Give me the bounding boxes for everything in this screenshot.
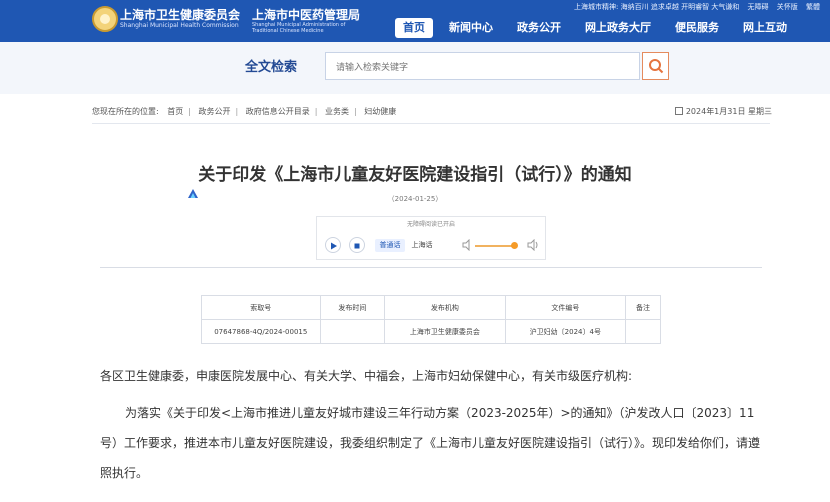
section-divider xyxy=(100,267,762,268)
audio-player: 无障碍阅读已开启 普通话 上海话 xyxy=(316,216,546,260)
stop-button[interactable] xyxy=(349,237,365,253)
top-links: 上海城市精神: 海纳百川 追求卓越 开明睿智 大气谦和 无障碍 关怀版 繁體 xyxy=(568,2,820,12)
breadcrumb-home[interactable]: 首页 xyxy=(167,107,183,116)
breadcrumb-catalog[interactable]: 政府信息公开目录 xyxy=(246,107,310,116)
current-date: 2024年1月31日 星期三 xyxy=(674,106,772,117)
salutation-paragraph: 各区卫生健康委，申康医院发展中心、有关大学、中福会，上海市妇幼保健中心，有关市级… xyxy=(100,369,633,383)
accessibility-link[interactable]: 无障碍 xyxy=(748,3,769,11)
audio-status: 无障碍阅读已开启 xyxy=(406,221,455,228)
org1-name: 上海市卫生健康委员会 xyxy=(120,8,241,22)
org2-english-name: Shanghai Municipal Administration of Tra… xyxy=(252,22,346,34)
stop-icon xyxy=(354,243,360,249)
nav-interaction[interactable]: 网上互动 xyxy=(735,18,795,38)
care-mode-link[interactable]: 关怀版 xyxy=(777,3,798,11)
nav-news[interactable]: 新闻中心 xyxy=(441,18,501,38)
meta-header-doc-number: 文件编号 xyxy=(504,295,627,320)
meta-header-agency: 发布机构 xyxy=(384,295,506,320)
article-title: 关于印发《上海市儿童友好医院建设指引（试行）》的通知 xyxy=(198,165,632,185)
search-box xyxy=(325,52,640,80)
search-band: 全文检索 xyxy=(0,42,830,94)
search-button[interactable] xyxy=(642,52,669,80)
volume-thumb[interactable] xyxy=(511,242,518,249)
shanghainese-option[interactable]: 上海话 xyxy=(407,239,437,252)
mandarin-option[interactable]: 普通话 xyxy=(375,239,405,252)
meta-agency: 上海市卫生健康委员会 xyxy=(384,319,506,344)
search-title: 全文检索 xyxy=(245,60,298,75)
traditional-chinese-link[interactable]: 繁體 xyxy=(806,3,820,11)
publish-date: （2024-01-25） xyxy=(387,195,443,203)
divider xyxy=(92,123,770,124)
breadcrumb-maternal-child[interactable]: 妇幼健康 xyxy=(364,107,396,116)
site-header: 上海市卫生健康委员会 Shanghai Municipal Health Com… xyxy=(0,0,830,42)
org1-english-name: Shanghai Municipal Health Commission xyxy=(120,22,239,29)
meta-header-date: 发布时间 xyxy=(319,295,386,320)
document-meta-table: 索取号 发布时间 发布机构 文件编号 备注 07647868-4Q/2024-0… xyxy=(201,295,661,344)
main-nav: 首页 新闻中心 政务公开 网上政务大厅 便民服务 网上互动 xyxy=(395,18,795,38)
search-input[interactable] xyxy=(334,59,628,75)
search-icon xyxy=(649,59,664,74)
nav-services[interactable]: 便民服务 xyxy=(667,18,727,38)
breadcrumb-business[interactable]: 业务类 xyxy=(325,107,349,116)
emblem-icon xyxy=(92,6,118,32)
city-spirit-text: 上海城市精神: 海纳百川 追求卓越 开明睿智 大气谦和 xyxy=(574,3,740,11)
logo-area[interactable]: 上海市卫生健康委员会 Shanghai Municipal Health Com… xyxy=(92,3,360,39)
volume-up-icon[interactable] xyxy=(527,239,539,251)
meta-index: 07647868-4Q/2024-00015 xyxy=(201,319,321,344)
nav-gov-affairs[interactable]: 政务公开 xyxy=(509,18,569,38)
play-icon xyxy=(331,242,337,250)
volume-down-icon[interactable] xyxy=(462,239,472,251)
meta-date xyxy=(319,319,386,344)
meta-doc-number: 沪卫妇幼〔2024〕4号 xyxy=(504,319,627,344)
breadcrumb: 您现在所在的位置: 首页 | 政务公开 | 政府信息公开目录 | 业务类 | 妇幼健康 xyxy=(92,107,397,116)
nav-online-hall[interactable]: 网上政务大厅 xyxy=(577,18,659,38)
meta-header-index: 索取号 xyxy=(201,295,321,320)
body-paragraph: 为落实《关于印发<上海市推进儿童友好城市建设三年行动方案（2023-2025年）… xyxy=(100,406,761,480)
org2-name: 上海市中医药管理局 xyxy=(252,8,361,22)
breadcrumb-label: 您现在所在的位置: xyxy=(92,107,159,116)
breadcrumb-gov-affairs[interactable]: 政务公开 xyxy=(199,107,231,116)
meta-remark xyxy=(625,319,661,344)
current-date-text: 2024年1月31日 星期三 xyxy=(685,107,772,116)
nav-home[interactable]: 首页 xyxy=(395,18,433,38)
meta-header-remark: 备注 xyxy=(625,295,661,320)
play-button[interactable] xyxy=(325,237,341,253)
calendar-icon xyxy=(674,107,683,115)
